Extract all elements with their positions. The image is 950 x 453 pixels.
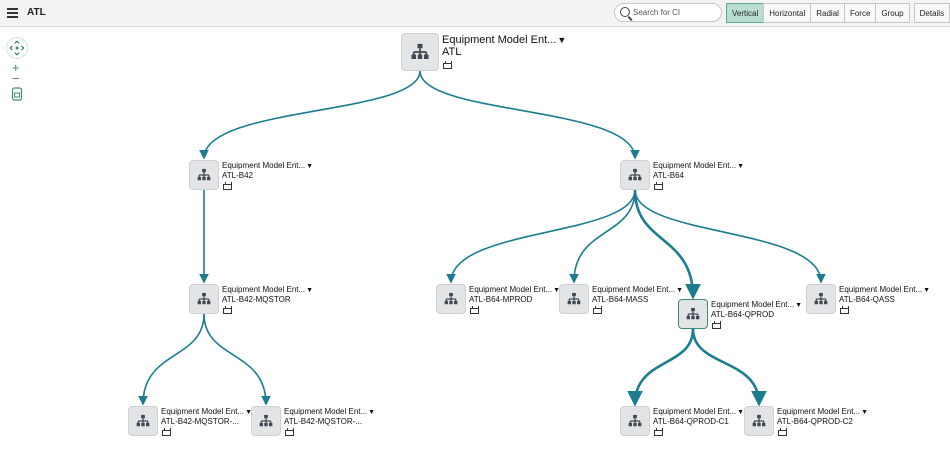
graph-edge (203, 313, 271, 406)
ci-badge-icon (223, 306, 232, 314)
dropdown-caret-icon[interactable]: ▼ (368, 409, 375, 416)
node-name-label: ATL-B64-QASS (839, 295, 895, 304)
dropdown-caret-icon[interactable]: ▼ (737, 163, 744, 170)
dropdown-caret-icon[interactable]: ▼ (306, 287, 313, 294)
graph-edge (569, 189, 636, 284)
node-type-label: Equipment Model Ent... (222, 161, 306, 170)
ci-badge-icon (593, 306, 602, 314)
node-icon-box[interactable] (251, 406, 281, 436)
ci-badge-icon (162, 428, 171, 436)
node-name-label: ATL-B64-QPROD-C1 (653, 417, 729, 426)
node-type-label: Equipment Model Ent... (222, 285, 306, 294)
graph-edge (691, 328, 767, 407)
dropdown-caret-icon[interactable]: ▼ (923, 287, 930, 294)
node-name-label: ATL-B64-MASS (592, 295, 649, 304)
node-icon-box[interactable] (744, 406, 774, 436)
graph-edge (446, 189, 636, 284)
ci-badge-icon (654, 428, 663, 436)
dropdown-caret-icon[interactable]: ▼ (676, 287, 683, 294)
ci-badge-icon (285, 428, 294, 436)
node-icon-box[interactable] (189, 160, 219, 190)
node-type-label: Equipment Model Ent... (711, 300, 795, 309)
node-type-label: Equipment Model Ent... (653, 407, 737, 416)
node-name-label: ATL (442, 46, 462, 58)
node-type-label: Equipment Model Ent... (469, 285, 553, 294)
node-type-label: Equipment Model Ent... (592, 285, 676, 294)
node-name-label: ATL-B64 (653, 171, 684, 180)
node-icon-box[interactable] (436, 284, 466, 314)
graph-edge (138, 313, 205, 406)
node-name-label: ATL-B64-QPROD-C2 (777, 417, 853, 426)
node-icon-box[interactable] (806, 284, 836, 314)
node-type-label: Equipment Model Ent... (777, 407, 861, 416)
node-name-label: ATL-B42-MQSTOR (222, 295, 291, 304)
ci-badge-icon (443, 61, 452, 69)
dropdown-caret-icon[interactable]: ▼ (557, 35, 566, 45)
ci-badge-icon (223, 182, 232, 190)
ci-badge-icon (654, 182, 663, 190)
ci-badge-icon (778, 428, 787, 436)
node-type-label: Equipment Model Ent... (442, 34, 557, 46)
graph-edge (627, 328, 695, 407)
ci-badge-icon (840, 306, 849, 314)
node-icon-box[interactable] (559, 284, 589, 314)
ci-badge-icon (712, 321, 721, 329)
dropdown-caret-icon[interactable]: ▼ (861, 409, 868, 416)
node-name-label: ATL-B64-QPROD (711, 310, 774, 319)
graph-edge (419, 70, 640, 160)
node-type-label: Equipment Model Ent... (161, 407, 245, 416)
node-name-label: ATL-B42-MQSTOR-... (161, 417, 239, 426)
node-type-label: Equipment Model Ent... (839, 285, 923, 294)
node-type-label: Equipment Model Ent... (284, 407, 368, 416)
node-icon-box[interactable] (401, 33, 439, 71)
node-icon-box[interactable] (678, 299, 708, 329)
node-icon-box[interactable] (128, 406, 158, 436)
node-name-label: ATL-B64-MPROD (469, 295, 533, 304)
node-icon-box[interactable] (620, 406, 650, 436)
graph-edge (634, 189, 826, 284)
dropdown-caret-icon[interactable]: ▼ (306, 163, 313, 170)
ci-badge-icon (470, 306, 479, 314)
graph-edge (199, 70, 421, 160)
graph-edges (138, 70, 826, 407)
node-name-label: ATL-B42-MQSTOR-... (284, 417, 362, 426)
dropdown-caret-icon[interactable]: ▼ (795, 302, 802, 309)
node-icon-box[interactable] (620, 160, 650, 190)
node-name-label: ATL-B42 (222, 171, 253, 180)
node-icon-box[interactable] (189, 284, 219, 314)
node-type-label: Equipment Model Ent... (653, 161, 737, 170)
